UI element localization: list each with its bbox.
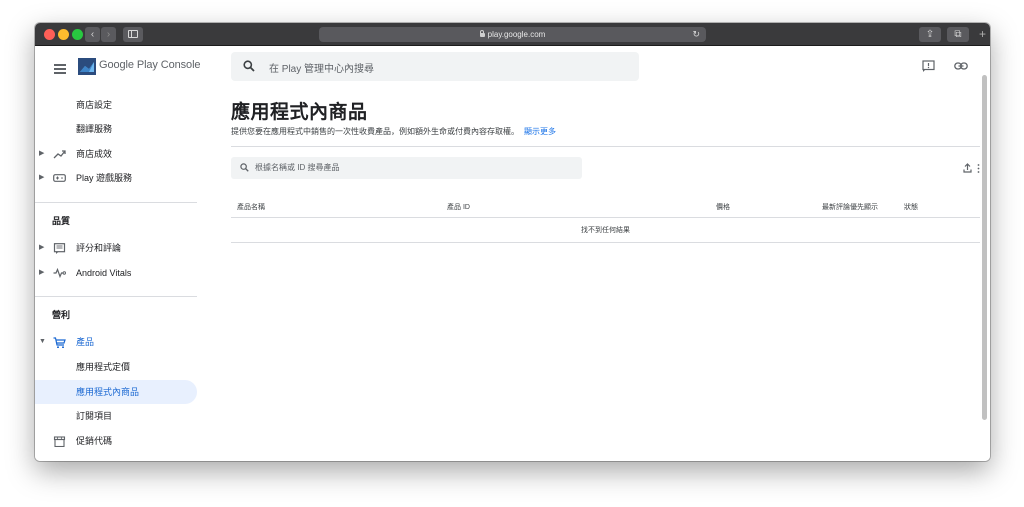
chevron-right-icon: › <box>106 29 111 40</box>
console-search-input[interactable]: 在 Play 管理中心內搜尋 <box>231 52 639 81</box>
sidebar-item-store-settings[interactable]: 商店設定 <box>35 94 197 116</box>
back-button[interactable]: ‹ <box>85 27 100 42</box>
main-panel: 在 Play 管理中心內搜尋 應用程式內商品 提供您要在應用程式中銷售的一次性收… <box>201 46 990 461</box>
learn-more-link[interactable]: 顯示更多 <box>524 127 556 136</box>
zoom-window-button[interactable] <box>72 29 83 40</box>
vertical-scrollbar[interactable] <box>982 75 987 420</box>
sidebar-item-subscriptions[interactable]: 訂閱項目 <box>35 405 197 427</box>
description-text: 提供您要在應用程式中銷售的一次性收費產品，例如額外生命或付費內容存取權。 <box>231 127 519 136</box>
column-header-latest-review[interactable]: 最新評論優先顯示 <box>822 202 878 212</box>
sidebar-item-label: 評分和評論 <box>76 243 122 253</box>
table-bottom-divider <box>231 242 980 243</box>
empty-table-message: 找不到任何結果 <box>581 227 630 234</box>
search-placeholder: 在 Play 管理中心內搜尋 <box>269 64 375 75</box>
sidebar-item-label: 應用程式定價 <box>76 362 131 372</box>
section-label-monetize: 營利 <box>52 310 71 320</box>
sidebar-item-play-games[interactable]: ▶ Play 遊戲服務 <box>35 167 197 189</box>
sidebar-item-ratings-reviews[interactable]: ▶ 評分和評論 <box>35 237 197 259</box>
sidebar-item-app-pricing[interactable]: 應用程式定價 <box>35 356 197 378</box>
sidebar-item-label: 應用程式內商品 <box>76 387 140 397</box>
vitals-pulse-icon <box>53 268 66 278</box>
sidebar-item-promo-codes[interactable]: 促銷代碼 <box>35 430 197 452</box>
sidebar-toggle-button[interactable] <box>123 27 143 42</box>
search-icon <box>243 60 255 72</box>
sidebar-item-products[interactable]: ▼ 產品 <box>35 331 197 353</box>
sidebar-item-translation[interactable]: 翻譯服務 <box>35 118 197 140</box>
column-header-product-name[interactable]: 產品名稱 <box>237 202 265 212</box>
browser-titlebar: ‹ › play.google.com ↻ ⇪ ⧉ + <box>35 23 990 46</box>
header-divider <box>231 146 980 147</box>
search-icon <box>240 163 249 172</box>
more-vert-icon[interactable] <box>977 164 980 173</box>
minimize-window-button[interactable] <box>58 29 69 40</box>
tabs-icon: ⧉ <box>954 29 962 40</box>
sidebar-item-label: 訂閱項目 <box>76 411 113 421</box>
column-header-status[interactable]: 狀態 <box>904 202 918 212</box>
page-title: 應用程式內商品 <box>231 102 368 123</box>
sidebar-item-label: 翻譯服務 <box>76 124 113 134</box>
sidebar-item-label: 商店成效 <box>76 149 113 159</box>
page-description: 提供您要在應用程式中銷售的一次性收費產品，例如額外生命或付費內容存取權。 顯示更多 <box>231 126 556 137</box>
sidebar-item-android-vitals[interactable]: ▶ Android Vitals <box>35 262 197 284</box>
trending-up-icon <box>53 150 66 159</box>
page-content: Google Play Console 商店設定 翻譯服務 ▶ 商店成效 ▶ P… <box>35 46 990 461</box>
storefront-icon <box>53 436 66 447</box>
sidebar-divider <box>35 296 197 297</box>
screen: ‹ › play.google.com ↻ ⇪ ⧉ + Google Play … <box>0 0 1024 507</box>
expand-arrow-icon[interactable]: ▶ <box>39 237 44 259</box>
lock-icon <box>479 30 485 37</box>
sidebar-item-label: 產品 <box>76 337 95 347</box>
share-icon: ⇪ <box>925 29 935 40</box>
product-search-input[interactable]: 根據名稱或 ID 搜尋產品 <box>231 157 582 179</box>
sidebar-item-label: Android Vitals <box>76 268 132 278</box>
collapse-arrow-icon[interactable]: ▼ <box>39 331 46 353</box>
menu-icon[interactable] <box>54 64 66 74</box>
sidebar-icon <box>128 30 138 38</box>
sidebar-item-label: 商店設定 <box>76 100 113 110</box>
sidebar-item-label: Play 遊戲服務 <box>76 173 133 183</box>
browser-window: ‹ › play.google.com ↻ ⇪ ⧉ + Google Play … <box>35 23 990 461</box>
chevron-left-icon: ‹ <box>90 29 95 40</box>
sidebar-divider <box>35 202 197 203</box>
sidebar-item-in-app-products[interactable]: 應用程式內商品 <box>35 380 197 404</box>
reload-icon[interactable]: ↻ <box>692 27 700 42</box>
play-console-logo-icon <box>78 58 96 75</box>
gamepad-icon <box>53 174 66 182</box>
expand-arrow-icon[interactable]: ▶ <box>39 167 44 189</box>
shopping-cart-icon <box>53 337 66 348</box>
sidebar-item-store-performance[interactable]: ▶ 商店成效 <box>35 143 197 165</box>
section-label-quality: 品質 <box>52 216 71 226</box>
product-search-placeholder: 根據名稱或 ID 搜尋產品 <box>255 163 340 172</box>
sidebar: Google Play Console 商店設定 翻譯服務 ▶ 商店成效 ▶ P… <box>35 46 201 461</box>
feedback-icon[interactable] <box>922 60 935 72</box>
close-window-button[interactable] <box>44 29 55 40</box>
new-tab-button[interactable]: + <box>975 27 990 42</box>
expand-arrow-icon[interactable]: ▶ <box>39 143 44 165</box>
sidebar-item-label: 促銷代碼 <box>76 436 113 446</box>
column-header-product-id[interactable]: 產品 ID <box>447 202 470 212</box>
reviews-icon <box>53 243 66 254</box>
expand-arrow-icon[interactable]: ▶ <box>39 262 44 284</box>
link-icon[interactable] <box>954 61 968 71</box>
column-header-price[interactable]: 價格 <box>716 202 730 212</box>
url-text: play.google.com <box>487 30 546 39</box>
export-icon[interactable] <box>963 163 972 173</box>
table-header-divider <box>231 217 980 218</box>
forward-button[interactable]: › <box>101 27 116 42</box>
tab-overview-button[interactable]: ⧉ <box>947 27 969 42</box>
address-bar[interactable]: play.google.com ↻ <box>319 27 706 42</box>
brand-name: Google Play Console <box>99 59 201 71</box>
share-button[interactable]: ⇪ <box>919 27 941 42</box>
